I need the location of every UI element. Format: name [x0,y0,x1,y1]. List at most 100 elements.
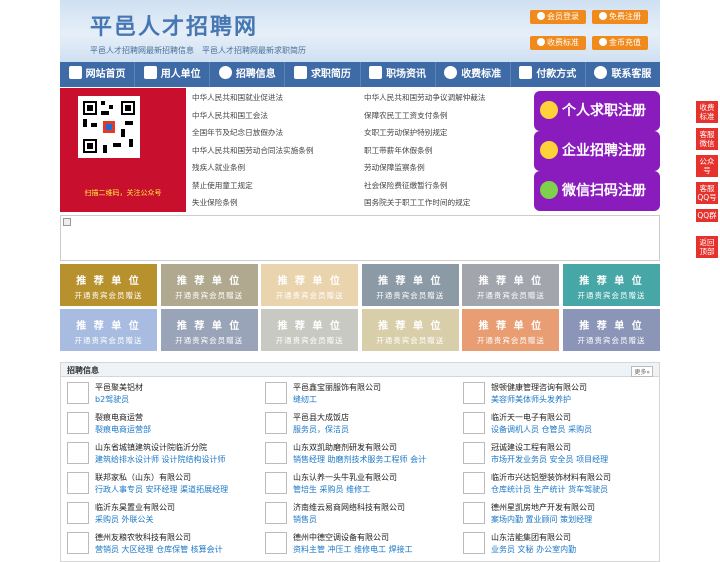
recommended-unit-tile[interactable]: 推 荐 单 位开通贵宾会员赠送 [160,264,258,306]
fee-standard-button[interactable]: 收费标准 [530,36,586,50]
company-logo-icon[interactable] [265,412,287,434]
job-titles[interactable]: 缝纫工 [293,394,317,405]
personal-register-button[interactable]: 个人求职注册 [534,91,660,131]
side-toolbar-item[interactable]: 客服QQ号 [696,182,718,204]
recommended-unit-tile[interactable]: 推 荐 单 位开通贵宾会员赠送 [462,309,560,351]
company-name[interactable]: 德州星凯房地产开发有限公司 [491,502,595,513]
recommended-unit-tile[interactable]: 推 荐 单 位开通贵宾会员赠送 [361,309,459,351]
job-titles[interactable]: 仓库统计员 生产统计 货车驾驶员 [491,484,608,495]
company-name[interactable]: 冠诚建设工程有限公司 [491,442,571,453]
company-name[interactable]: 德州中德空调设备有限公司 [293,532,389,543]
company-register-button[interactable]: 企业招聘注册 [534,131,660,171]
company-name[interactable]: 山东洁能集团有限公司 [491,532,571,543]
company-logo-icon[interactable] [463,442,485,464]
company-name[interactable]: 临沂市兴达铝塑装饰材料有限公司 [491,472,611,483]
law-link[interactable]: 国务院关于职工工作时间的规定 [364,197,470,208]
job-titles[interactable]: 业务员 文秘 办公室内勤 [491,544,576,555]
recommended-unit-tile[interactable]: 推 荐 单 位开通贵宾会员赠送 [160,309,258,351]
recommended-unit-tile[interactable]: 推 荐 单 位开通贵宾会员赠送 [462,264,560,306]
job-titles[interactable]: 美容师美体师头发养护 [491,394,571,405]
company-name[interactable]: 德州友粮农牧科技有限公司 [95,532,191,543]
nav-news[interactable]: 职场资讯 [361,62,436,87]
nav-jobs[interactable]: 招聘信息 [210,62,286,87]
coin-recharge-button[interactable]: 金币充值 [592,36,648,50]
company-logo-icon[interactable] [67,502,89,524]
side-toolbar-item[interactable]: QQ群 [696,209,718,222]
company-logo-icon[interactable] [463,412,485,434]
company-logo-icon[interactable] [265,442,287,464]
job-titles[interactable]: 服务员，保洁员 [293,424,349,435]
job-titles[interactable]: 市场开发业务员 安全员 项目经理 [491,454,608,465]
side-toolbar-item[interactable]: 收费标准 [696,101,718,123]
job-titles[interactable]: b2驾驶员 [95,394,129,405]
recommended-unit-tile[interactable]: 推 荐 单 位开通贵宾会员赠送 [563,309,660,351]
side-toolbar-item[interactable]: 客服微信 [696,128,718,150]
company-name[interactable]: 山东省城镇建筑设计院临沂分院 [95,442,207,453]
nav-home[interactable]: 网站首页 [60,62,136,87]
login-button[interactable]: 会员登录 [530,10,586,24]
company-logo-icon[interactable] [265,472,287,494]
company-name[interactable]: 济南维云易商网络科技有限公司 [293,502,405,513]
recommended-unit-tile[interactable]: 推 荐 单 位开通贵宾会员赠送 [261,309,359,351]
recommended-unit-tile[interactable]: 推 荐 单 位开通贵宾会员赠送 [563,264,660,306]
recommended-unit-tile[interactable]: 推 荐 单 位开通贵宾会员赠送 [60,309,157,351]
recommended-unit-tile[interactable]: 推 荐 单 位开通贵宾会员赠送 [60,264,157,306]
wechat-register-button[interactable]: 微信扫码注册 [534,171,660,211]
law-link[interactable]: 残疾人就业条例 [192,162,245,173]
law-link[interactable]: 全国年节及纪念日放假办法 [192,127,283,138]
nav-fees[interactable]: 收费标准 [436,62,511,87]
nav-contact[interactable]: 联系客服 [586,62,660,87]
recommended-unit-tile[interactable]: 推 荐 单 位开通贵宾会员赠送 [361,264,459,306]
company-logo-icon[interactable] [67,442,89,464]
job-titles[interactable]: 营销员 大区经理 仓库保管 核算会计 [95,544,223,555]
law-link[interactable]: 劳动保障监察条例 [364,162,425,173]
more-link[interactable]: 更多» [631,366,653,377]
company-logo-icon[interactable] [67,472,89,494]
law-link[interactable]: 社会保险费征缴暂行条例 [364,180,448,191]
job-titles[interactable]: 销售员 [293,514,317,525]
recommended-unit-tile[interactable]: 推 荐 单 位开通贵宾会员赠送 [261,264,359,306]
company-logo-icon[interactable] [265,502,287,524]
side-toolbar-item[interactable]: 公众号 [696,155,718,177]
register-button[interactable]: 免费注册 [592,10,648,24]
company-logo-icon[interactable] [67,412,89,434]
company-logo-icon[interactable] [463,472,485,494]
company-logo-icon[interactable] [265,382,287,404]
company-logo-icon[interactable] [265,532,287,554]
job-titles[interactable]: 采购员 外联公关 [95,514,154,525]
banner-image[interactable] [60,215,660,261]
company-logo-icon[interactable] [463,382,485,404]
job-titles[interactable]: 行政人事专员 安环经理 渠道拓展经理 [95,484,228,495]
law-link[interactable]: 中华人民共和国劳动合同法实施条例 [192,145,314,156]
company-name[interactable]: 银顿健康管理咨询有限公司 [491,382,587,393]
job-titles[interactable]: 裂痕电商运营部 [95,424,151,435]
company-logo-icon[interactable] [67,382,89,404]
job-titles[interactable]: 资料主管 冲压工 维修电工 焊接工 [293,544,413,555]
law-link[interactable]: 女职工劳动保护特别规定 [364,127,448,138]
nav-employers[interactable]: 用人单位 [135,62,211,87]
side-toolbar-item[interactable]: 返回顶部 [696,236,718,258]
company-name[interactable]: 联邦家私（山东）有限公司 [95,472,191,483]
job-titles[interactable]: 建筑给排水设计师 设计院结构设计师 [95,454,226,465]
company-name[interactable]: 山东认养一头牛乳业有限公司 [293,472,397,483]
job-titles[interactable]: 管培生 采购员 维修工 [293,484,370,495]
company-logo-icon[interactable] [463,502,485,524]
nav-resumes[interactable]: 求职简历 [285,62,361,87]
law-link[interactable]: 保障农民工工资支付条例 [364,110,448,121]
company-name[interactable]: 临沂东昊置业有限公司 [95,502,175,513]
law-link[interactable]: 禁止使用童工规定 [192,180,253,191]
job-titles[interactable]: 设备调机人员 仓管员 采购员 [491,424,592,435]
job-titles[interactable]: 销售经理 助磨剂技术服务工程师 会计 [293,454,426,465]
law-link[interactable]: 职工带薪年休假条例 [364,145,432,156]
job-titles[interactable]: 案场内勤 置业顾问 策划经理 [491,514,592,525]
law-link[interactable]: 中华人民共和国劳动争议调解仲裁法 [364,92,486,103]
law-link[interactable]: 中华人民共和国工会法 [192,110,268,121]
company-name[interactable]: 平邑聚美铝材 [95,382,143,393]
company-name[interactable]: 临沂天一电子有限公司 [491,412,571,423]
company-name[interactable]: 平邑鑫宝丽服饰有限公司 [293,382,381,393]
company-logo-icon[interactable] [463,532,485,554]
company-logo-icon[interactable] [67,532,89,554]
company-name[interactable]: 山东双凯助磨剂研发有限公司 [293,442,397,453]
law-link[interactable]: 失业保险条例 [192,197,238,208]
site-logo-title[interactable]: 平邑人才招聘网 [90,9,258,41]
